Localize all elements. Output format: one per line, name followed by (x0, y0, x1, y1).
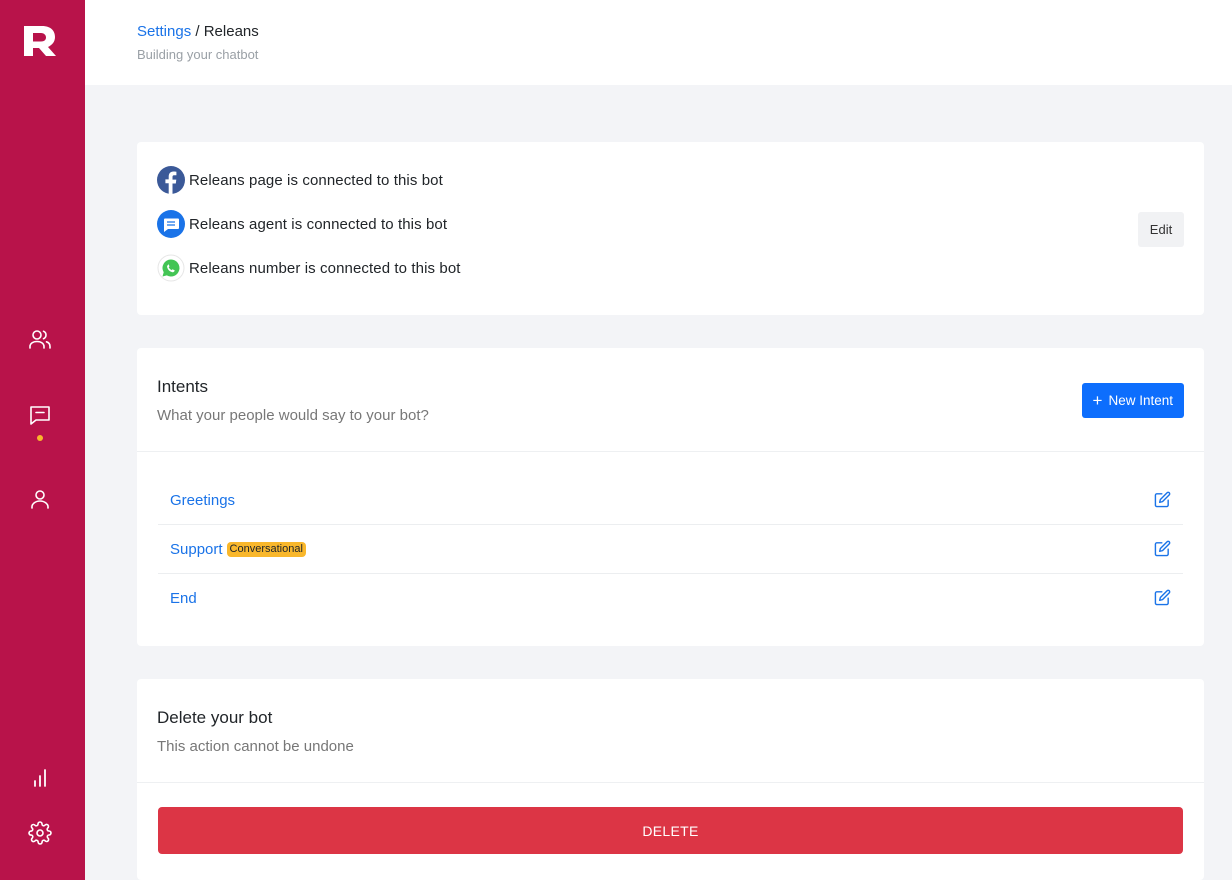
new-intent-button[interactable]: + New Intent (1081, 383, 1184, 418)
breadcrumb-settings-link[interactable]: Settings (137, 23, 191, 40)
edit-icon[interactable] (1154, 491, 1171, 508)
plus-icon: + (1092, 391, 1103, 410)
connection-row-whatsapp: Releans number is connected to this bot (157, 253, 461, 283)
new-intent-label: New Intent (1108, 393, 1173, 408)
facebook-icon (157, 166, 185, 194)
connection-text: Releans number is connected to this bot (189, 259, 461, 277)
intents-subtitle: What your people would say to your bot? (157, 407, 429, 424)
intents-title: Intents (157, 377, 209, 396)
conversational-badge: Conversational (226, 541, 306, 557)
intents-card: Intents What your people would say to yo… (137, 348, 1204, 646)
active-indicator-dot (37, 435, 43, 441)
edit-icon[interactable] (1154, 540, 1171, 557)
breadcrumb-separator: / (191, 23, 204, 40)
intent-row-support[interactable]: Support Conversational (158, 525, 1183, 574)
intent-label[interactable]: End (170, 590, 197, 607)
message-icon (157, 210, 185, 238)
delete-subtitle: This action cannot be undone (157, 738, 354, 755)
edit-connections-button[interactable]: Edit (1138, 212, 1184, 247)
intent-label[interactable]: Support (170, 541, 223, 558)
releans-logo[interactable] (22, 24, 58, 58)
connections-card: Releans page is connected to this bot Re… (137, 142, 1204, 315)
delete-bot-button[interactable]: DELETE (158, 807, 1183, 854)
top-bar: Settings / Releans Building your chatbot (85, 0, 1232, 85)
delete-title: Delete your bot (157, 708, 273, 727)
edit-icon[interactable] (1154, 589, 1171, 606)
connection-row-facebook: Releans page is connected to this bot (157, 165, 443, 195)
bar-chart-icon[interactable] (27, 765, 53, 791)
delete-bot-card: Delete your bot This action cannot be un… (137, 679, 1204, 880)
intent-row-greetings[interactable]: Greetings (158, 476, 1183, 525)
intent-row-end[interactable]: End (158, 574, 1183, 623)
user-icon[interactable] (27, 486, 53, 512)
breadcrumb: Settings / Releans (137, 23, 259, 40)
connection-row-agent: Releans agent is connected to this bot (157, 209, 447, 239)
intent-label[interactable]: Greetings (170, 492, 235, 509)
connection-text: Releans agent is connected to this bot (189, 215, 448, 233)
divider (137, 782, 1204, 783)
breadcrumb-current: Releans (203, 23, 259, 40)
users-icon[interactable] (27, 326, 53, 352)
whatsapp-icon (157, 254, 185, 282)
connection-text: Releans page is connected to this bot (189, 171, 443, 189)
chat-icon[interactable] (27, 402, 53, 428)
page-subtitle: Building your chatbot (137, 47, 259, 62)
gear-icon[interactable] (27, 820, 53, 846)
sidebar (0, 0, 85, 880)
divider (137, 451, 1204, 452)
